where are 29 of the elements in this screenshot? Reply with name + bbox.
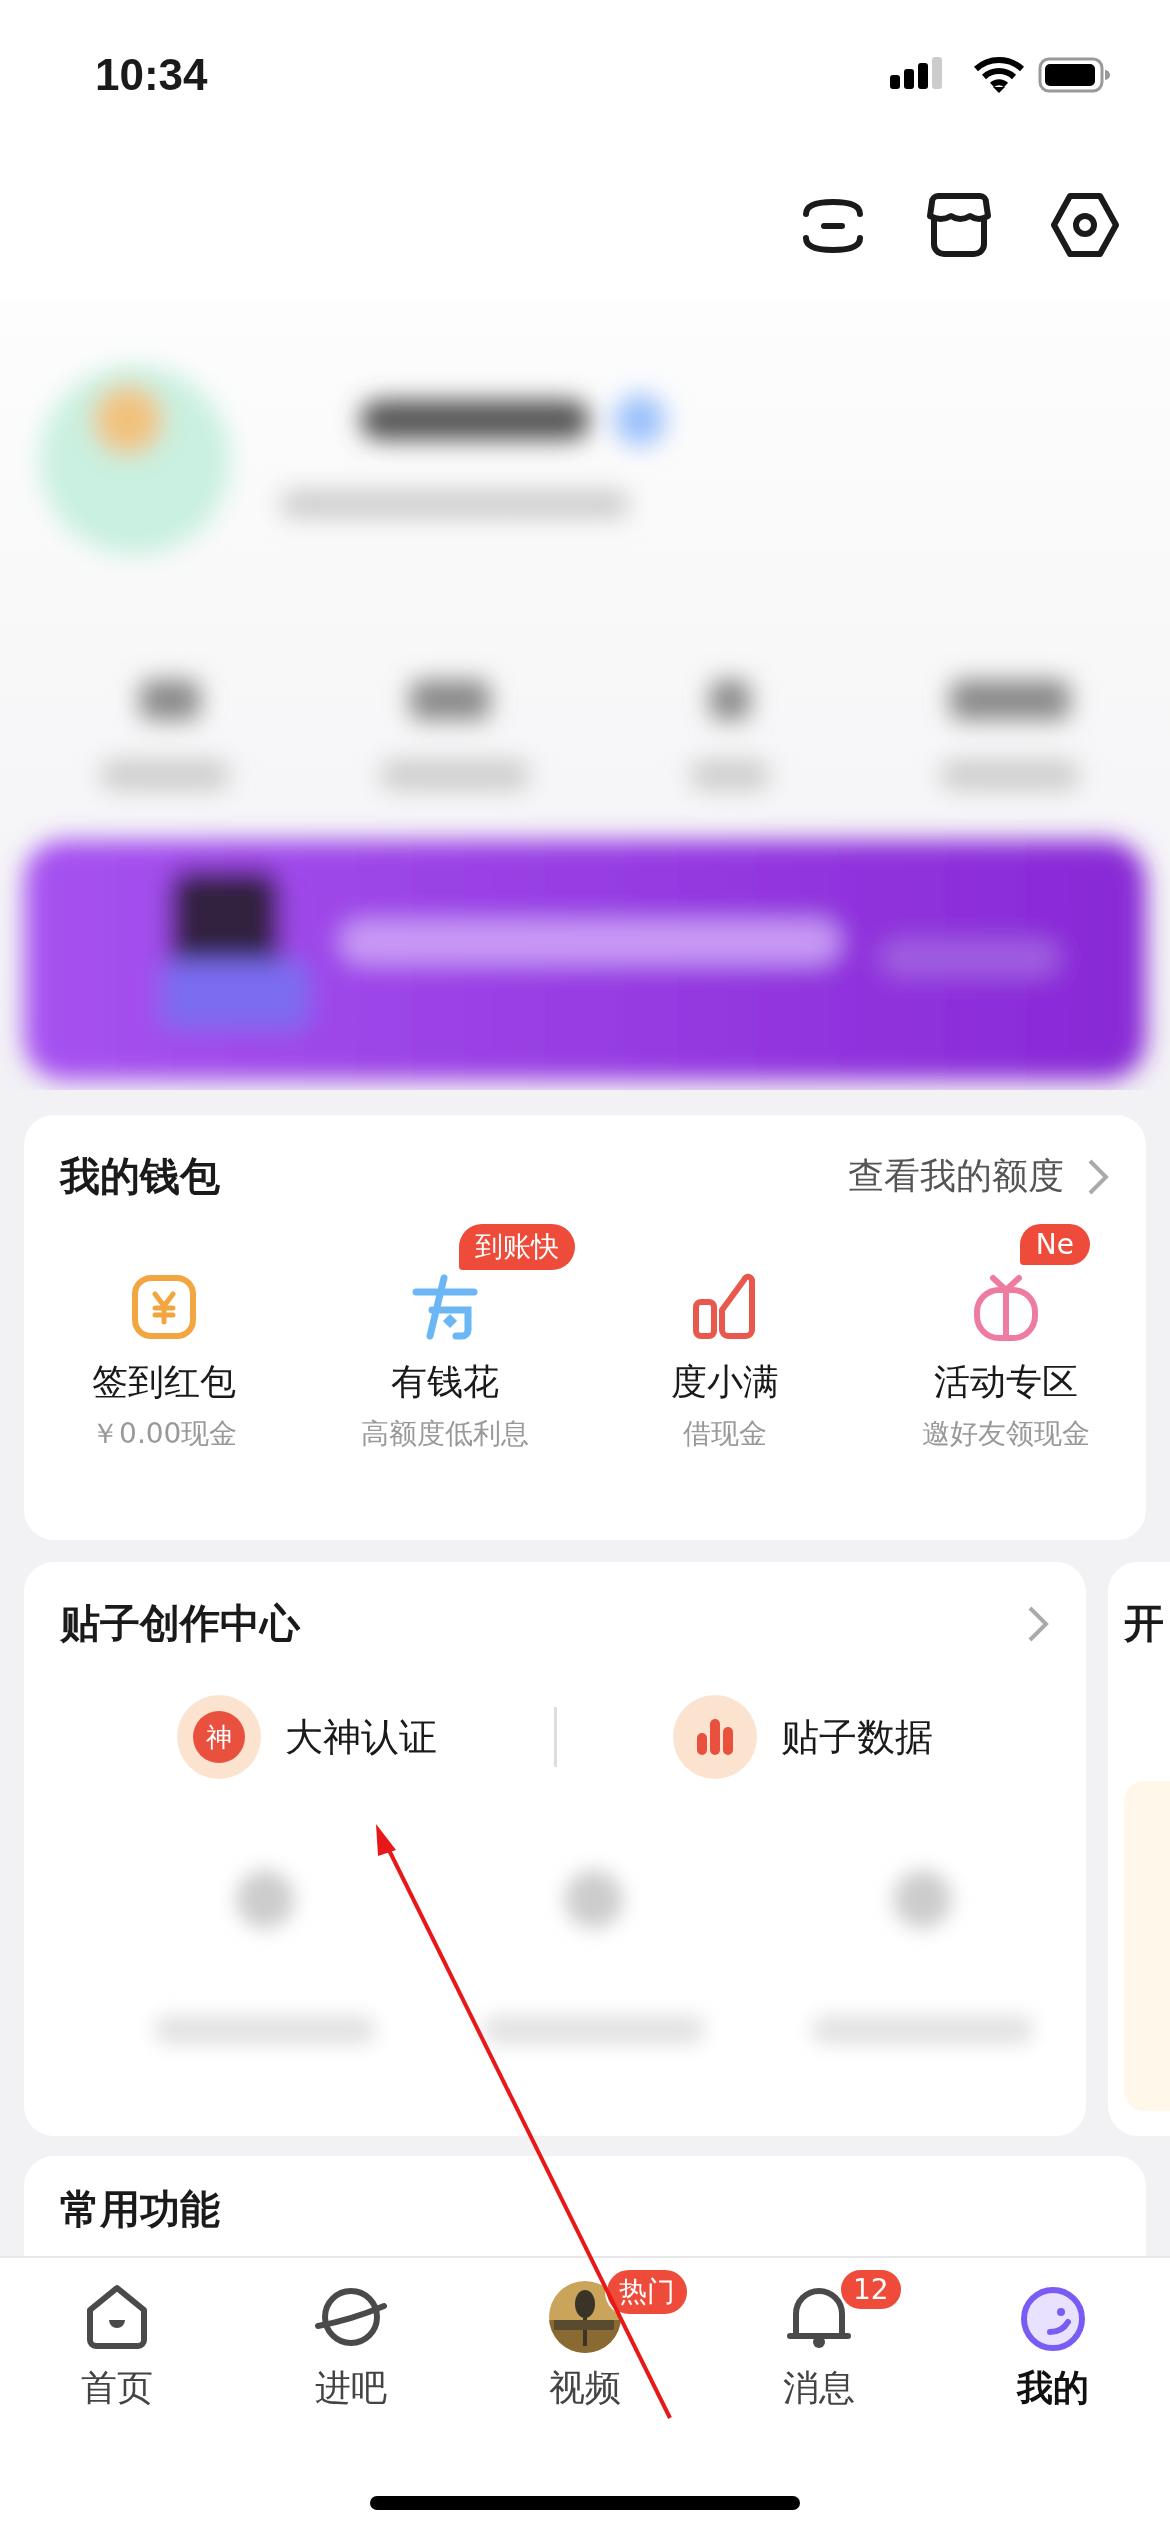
wallet-item-caption: 邀好友领现金 — [921, 1416, 1090, 1452]
wallet-item-caption: ￥0.00现金 — [91, 1416, 238, 1452]
badge: 12 — [839, 2268, 903, 2311]
wallet-item-caption: 借现金 — [683, 1416, 768, 1452]
quota-link[interactable]: 查看我的额度 — [848, 1152, 1110, 1201]
creator-entry[interactable]: 贴子数据 — [556, 1695, 1050, 1779]
card-title: 常用功能 — [60, 2186, 220, 2232]
tab[interactable]: 首页 — [0, 2264, 234, 2413]
seal-icon: 神 — [176, 1695, 261, 1779]
battery-icon — [1038, 55, 1110, 95]
wallet-item-label[interactable]: 签到红包 — [92, 1358, 237, 1407]
card-title: 我的钱包 — [60, 1152, 220, 1201]
tab[interactable]: 我的 — [936, 2264, 1170, 2413]
tab[interactable]: 进吧 — [234, 2264, 468, 2413]
bar-chart-icon — [673, 1695, 758, 1779]
tab[interactable]: 热门 视频 — [468, 2264, 702, 2413]
badge: 到账快 — [458, 1224, 575, 1270]
wallet-item-caption: 高额度低利息 — [360, 1416, 529, 1452]
wallet-item-label[interactable]: 度小满 — [671, 1358, 780, 1407]
card-title: 开 — [1124, 1600, 1164, 1646]
tab[interactable]: 12 消息 — [702, 2264, 936, 2413]
badge: 热门 — [605, 2268, 689, 2316]
wallet-item-label[interactable]: 有钱花 — [390, 1358, 499, 1407]
wifi-icon — [974, 55, 1024, 95]
card-title: 贴子创作中心 — [60, 1599, 300, 1648]
badge: Ne — [1019, 1224, 1090, 1265]
creator-entry[interactable]: 神 大神认证 — [60, 1695, 554, 1779]
status-time: 10:34 — [95, 50, 208, 100]
wallet-item-label[interactable]: 活动专区 — [933, 1358, 1078, 1407]
